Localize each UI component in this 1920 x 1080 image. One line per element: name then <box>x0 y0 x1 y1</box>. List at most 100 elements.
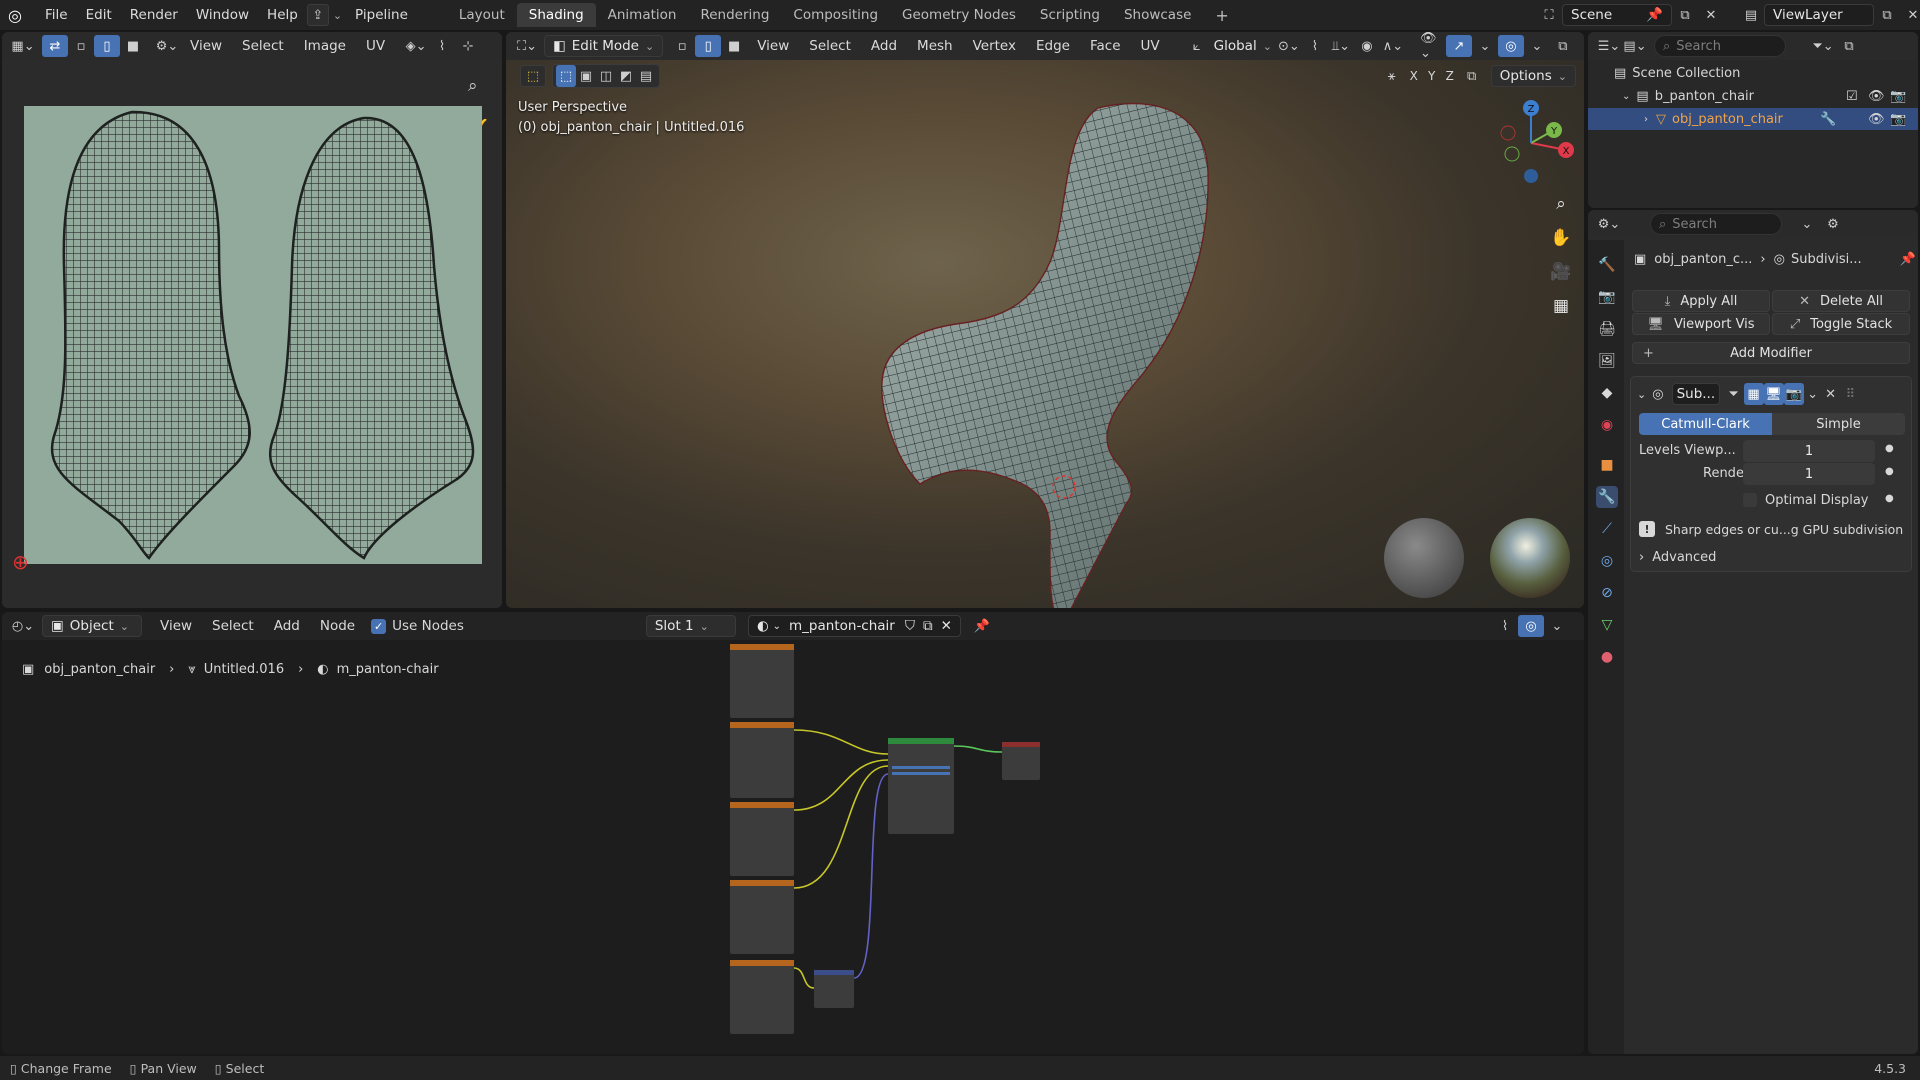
upload-icon[interactable]: ⇪ <box>306 4 329 26</box>
apply-all-button[interactable]: ⤓ Apply All <box>1632 290 1770 312</box>
node-menu-view[interactable]: View <box>150 618 202 634</box>
orientation-icon[interactable]: ⟀ <box>1184 35 1210 57</box>
expand-icon[interactable]: ⌄ <box>1622 91 1630 102</box>
gizmo-menu-icon[interactable]: ⌄ <box>1472 35 1498 57</box>
navigation-gizmo[interactable]: X Y Z <box>1486 98 1576 188</box>
edge-mode-icon[interactable]: ▯ <box>695 35 722 57</box>
duplicate-icon[interactable]: ⧉ <box>923 618 933 634</box>
select-subtract-icon[interactable]: ◫ <box>596 65 616 87</box>
add-workspace-icon[interactable]: + <box>1203 2 1240 29</box>
camera-icon[interactable]: 📷 <box>1890 112 1906 127</box>
eye-icon[interactable]: 👁 <box>1868 112 1885 127</box>
material-tab-icon[interactable]: ● <box>1596 646 1618 668</box>
outliner-row-collection[interactable]: ⌄ ▤ b_panton_chair ☑ 👁 📷 <box>1588 85 1908 107</box>
snap-target-icon[interactable]: ⫫⌄ <box>1328 35 1354 57</box>
editor-type-icon[interactable]: ▦⌄ <box>10 35 36 57</box>
view-layer-icon[interactable]: ▤ <box>1738 4 1764 26</box>
auto-merge-icon[interactable]: ⧉ <box>1459 65 1485 87</box>
node-menu-node[interactable]: Node <box>310 618 365 634</box>
viewport-zoom-icon[interactable]: ⌕ <box>1546 194 1576 228</box>
particles-tab-icon[interactable]: ⟋ <box>1596 518 1618 540</box>
tab-scripting[interactable]: Scripting <box>1028 3 1112 27</box>
eye-icon[interactable]: 👁 <box>1868 89 1885 104</box>
proportional-icon[interactable]: ⊹ <box>455 35 481 57</box>
mode-selector[interactable]: ◧ Edit Mode <box>544 35 664 57</box>
outliner-editor-type-icon[interactable]: ☰⌄ <box>1596 35 1622 57</box>
new-view-layer-icon[interactable]: ⧉ <box>1874 4 1900 26</box>
xray-icon[interactable]: ⧉ <box>1550 35 1576 57</box>
menu-render[interactable]: Render <box>121 7 187 23</box>
modifier-name-field[interactable]: Sub... <box>1671 383 1720 405</box>
scene-selector[interactable]: Scene 📌 <box>1562 4 1672 26</box>
camera-view-icon[interactable]: 🎥 <box>1546 262 1576 296</box>
tab-layout[interactable]: Layout <box>447 3 517 27</box>
render-tab-icon[interactable]: 📷 <box>1596 286 1618 308</box>
select-extend-icon[interactable]: ▣ <box>576 65 596 87</box>
select-intersect-icon[interactable]: ▤ <box>636 65 656 87</box>
image-texture-node[interactable] <box>730 802 794 876</box>
scene-icon[interactable]: ⛶ <box>1536 4 1562 26</box>
image-texture-node[interactable] <box>730 880 794 954</box>
shader-type-selector[interactable]: ▣ Object <box>42 615 142 637</box>
select-invert-icon[interactable]: ◩ <box>616 65 636 87</box>
modifier-wrench-icon[interactable]: 🔧 <box>1820 112 1836 127</box>
use-nodes-checkbox[interactable]: ✓ Use Nodes <box>371 618 464 634</box>
uv-menu-view[interactable]: View <box>180 38 232 54</box>
physics-tab-icon[interactable]: ◎ <box>1596 550 1618 572</box>
toggle-stack-button[interactable]: ⤢ Toggle Stack <box>1772 313 1910 335</box>
view-layer-tab-icon[interactable]: 🖼 <box>1596 350 1618 372</box>
image-texture-node[interactable] <box>730 722 794 798</box>
viewport-menu-uv[interactable]: UV <box>1131 38 1170 54</box>
uv-sync-icon[interactable]: ⇄ <box>42 35 68 57</box>
checkbox-checked-icon[interactable]: ✓ <box>371 618 387 634</box>
material-selector[interactable]: ◐ ⌄ m_panton-chair ⛉ ⧉ ✕ <box>747 615 961 637</box>
pin-icon[interactable]: 📌 <box>1900 252 1916 267</box>
material-output-node[interactable] <box>1002 742 1040 780</box>
remove-modifier-icon[interactable]: ✕ <box>1822 383 1840 405</box>
outliner-row-object[interactable]: › ▽ obj_panton_chair 🔧 👁 📷 <box>1588 108 1918 130</box>
viewport-menu-face[interactable]: Face <box>1080 38 1131 54</box>
data-tab-icon[interactable]: ▽ <box>1596 614 1618 636</box>
properties-search[interactable]: ⌕ Search <box>1650 213 1782 235</box>
collapse-icon[interactable]: ⌄ <box>1637 388 1646 401</box>
optimal-display-checkbox[interactable]: Optimal Display <box>1743 490 1869 510</box>
options-dropdown[interactable]: Options <box>1490 65 1576 87</box>
remove-view-layer-icon[interactable]: ✕ <box>1900 4 1920 26</box>
falloff-icon[interactable]: ∧⌄ <box>1380 35 1406 57</box>
uv-menu-image[interactable]: Image <box>294 38 356 54</box>
menu-file[interactable]: File <box>36 7 77 23</box>
remove-scene-icon[interactable]: ✕ <box>1698 4 1724 26</box>
camera-icon[interactable]: 📷 <box>1890 89 1906 104</box>
image-texture-node[interactable] <box>730 644 794 718</box>
menu-window[interactable]: Window <box>187 7 258 23</box>
tweak-tool-icon[interactable]: ⬚ <box>520 65 546 87</box>
overlay-toggle-icon[interactable]: ◎ <box>1518 615 1544 637</box>
normal-map-node[interactable] <box>814 970 854 1008</box>
object-tab-icon[interactable]: ■ <box>1596 454 1618 476</box>
properties-editor-type-icon[interactable]: ⚙⌄ <box>1596 213 1622 235</box>
vertex-select-icon[interactable]: ▫ <box>68 35 94 57</box>
uv-menu-select[interactable]: Select <box>232 38 294 54</box>
vertex-mode-icon[interactable]: ▫ <box>669 35 695 57</box>
display-mode-icon[interactable]: ▤⌄ <box>1622 35 1648 57</box>
viewport-menu-vertex[interactable]: Vertex <box>963 38 1026 54</box>
view-layer-selector[interactable]: ViewLayer <box>1764 4 1874 26</box>
chevron-down-icon[interactable]: ⌄ <box>1794 213 1820 235</box>
principled-bsdf-node[interactable] <box>888 738 954 834</box>
face-mode-icon[interactable]: ■ <box>721 35 747 57</box>
viewport-editor-type-icon[interactable]: ⛶⌄ <box>514 35 540 57</box>
menu-help[interactable]: Help <box>258 7 307 23</box>
render-display-icon[interactable]: 📷 <box>1783 383 1804 405</box>
slot-selector[interactable]: Slot 1 <box>645 615 736 637</box>
outliner-search[interactable]: ⌕ Search <box>1654 35 1786 57</box>
tab-shading[interactable]: Shading <box>516 3 596 27</box>
viewport-display-icon[interactable]: 🖥 <box>1763 383 1784 405</box>
visibility-icon[interactable]: 👁⌄ <box>1420 32 1446 61</box>
mirror-icon[interactable]: ⚹ <box>1379 65 1405 87</box>
chevron-down-icon[interactable]: ⌄ <box>333 9 342 22</box>
overlay-toggle-icon[interactable]: ◎ <box>1497 35 1524 57</box>
constraints-tab-icon[interactable]: ⊘ <box>1596 582 1618 604</box>
on-cage-icon[interactable]: ▦ <box>1743 383 1764 405</box>
advanced-subpanel[interactable]: › Advanced <box>1639 547 1716 567</box>
pivot-icon[interactable]: ◈⌄ <box>403 35 429 57</box>
